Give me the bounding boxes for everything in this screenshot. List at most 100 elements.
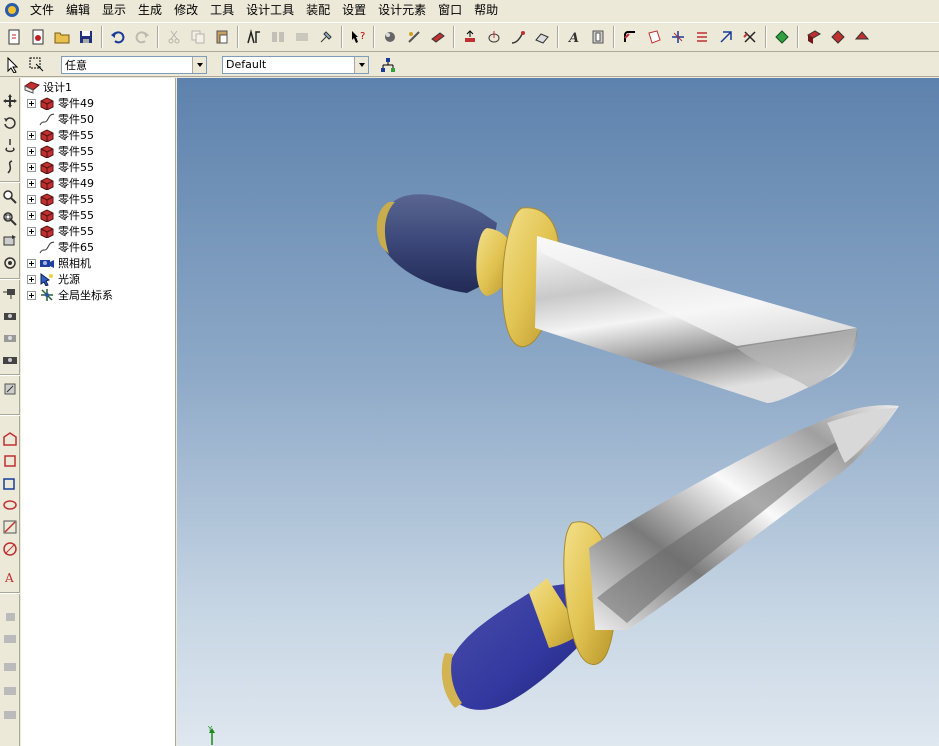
menu-design-elements[interactable]: 设计元素 xyxy=(372,1,432,19)
look-at-icon[interactable] xyxy=(1,254,19,272)
tree-item[interactable]: 零件49 xyxy=(27,175,94,191)
menu-file[interactable]: 文件 xyxy=(24,1,60,19)
disabled-tool-1-icon[interactable] xyxy=(1,608,19,626)
design-browser-icon[interactable] xyxy=(267,26,289,48)
circle-icon[interactable] xyxy=(1,540,19,558)
shell-icon[interactable] xyxy=(643,26,665,48)
undo-icon[interactable] xyxy=(107,26,129,48)
revolve-icon[interactable] xyxy=(483,26,505,48)
new-template-icon[interactable] xyxy=(27,26,49,48)
tree-item[interactable]: 零件55 xyxy=(27,207,94,223)
walk-icon[interactable] xyxy=(1,158,19,176)
disabled-tool-2-icon[interactable] xyxy=(1,630,19,648)
disabled-tool-3-icon[interactable] xyxy=(1,658,19,676)
tree-item[interactable]: 零件55 xyxy=(27,223,94,239)
paste-icon[interactable] xyxy=(211,26,233,48)
menu-assembly[interactable]: 装配 xyxy=(300,1,336,19)
select-arrow-icon[interactable] xyxy=(2,54,24,76)
menu-help[interactable]: 帮助 xyxy=(468,1,504,19)
tree-item[interactable]: 照相机 xyxy=(27,255,91,271)
style-dropdown[interactable]: Default xyxy=(222,55,369,74)
chevron-down-icon[interactable] xyxy=(354,56,368,73)
tree-item[interactable]: 零件55 xyxy=(27,159,94,175)
rectangle-icon[interactable] xyxy=(1,452,19,470)
find-icon[interactable] xyxy=(291,26,313,48)
selection-filter-dropdown[interactable]: 任意 xyxy=(61,55,207,74)
fillet-icon[interactable] xyxy=(619,26,641,48)
expand-icon[interactable] xyxy=(27,194,36,204)
pan-icon[interactable] xyxy=(1,92,19,110)
disabled-tool-4-icon[interactable] xyxy=(1,682,19,700)
render-icon[interactable] xyxy=(379,26,401,48)
menu-edit[interactable]: 编辑 xyxy=(60,1,96,19)
face-move-icon[interactable] xyxy=(739,26,761,48)
knife-upper[interactable] xyxy=(376,194,858,403)
assembly-icon[interactable] xyxy=(771,26,793,48)
sheet-metal-icon[interactable] xyxy=(803,26,825,48)
box-icon[interactable] xyxy=(1,474,19,492)
tree-item[interactable]: 零件55 xyxy=(27,127,94,143)
menu-view[interactable]: 显示 xyxy=(96,1,132,19)
copy-icon[interactable] xyxy=(187,26,209,48)
expand-icon[interactable] xyxy=(27,210,36,220)
camera-pan-icon[interactable] xyxy=(1,328,19,346)
orbit-icon[interactable] xyxy=(1,114,19,132)
3d-viewport[interactable]: Y xyxy=(177,78,939,746)
menu-settings[interactable]: 设置 xyxy=(336,1,372,19)
zoom-icon[interactable] xyxy=(1,188,19,206)
menu-design-tools[interactable]: 设计工具 xyxy=(240,1,300,19)
catalog-browser-icon[interactable] xyxy=(243,26,265,48)
sheet-metal-bend-icon[interactable] xyxy=(827,26,849,48)
menu-modify[interactable]: 修改 xyxy=(168,1,204,19)
chevron-down-icon[interactable] xyxy=(192,56,206,73)
material-icon[interactable] xyxy=(427,26,449,48)
camera-icon[interactable] xyxy=(1,306,19,324)
redo-icon[interactable] xyxy=(131,26,153,48)
extrude-icon[interactable] xyxy=(459,26,481,48)
open-folder-icon[interactable] xyxy=(51,26,73,48)
split-icon[interactable] xyxy=(691,26,713,48)
loft-icon[interactable] xyxy=(531,26,553,48)
cut-icon[interactable] xyxy=(163,26,185,48)
save-icon[interactable] xyxy=(75,26,97,48)
expand-icon[interactable] xyxy=(27,130,36,140)
tree-item[interactable]: 零件55 xyxy=(27,191,94,207)
fit-view-icon[interactable] xyxy=(1,232,19,250)
tree-root[interactable]: 设计1 xyxy=(24,79,72,95)
hierarchy-icon[interactable] xyxy=(377,54,399,76)
tools-icon[interactable] xyxy=(315,26,337,48)
expand-icon[interactable] xyxy=(27,226,36,236)
text-icon[interactable]: A xyxy=(563,26,585,48)
expand-icon[interactable] xyxy=(27,178,36,188)
expand-icon[interactable] xyxy=(27,146,36,156)
text-tool-icon[interactable]: A xyxy=(1,568,19,586)
smart-render-icon[interactable] xyxy=(403,26,425,48)
app-logo-icon[interactable] xyxy=(4,2,20,18)
tree-item[interactable]: 光源 xyxy=(27,271,80,287)
dynamic-rotate-icon[interactable] xyxy=(1,136,19,154)
tree-item[interactable]: 全局坐标系 xyxy=(27,287,113,303)
zoom-window-icon[interactable] xyxy=(1,210,19,228)
line-icon[interactable] xyxy=(1,518,19,536)
menu-generate[interactable]: 生成 xyxy=(132,1,168,19)
new-document-icon[interactable] xyxy=(3,26,25,48)
camera-zoom-icon[interactable] xyxy=(1,350,19,368)
tree-item[interactable]: 零件65 xyxy=(39,239,94,255)
light-tool-icon[interactable] xyxy=(1,380,19,398)
disabled-tool-5-icon[interactable] xyxy=(1,706,19,724)
face-draft-icon[interactable] xyxy=(667,26,689,48)
expand-icon[interactable] xyxy=(27,290,36,300)
knife-lower[interactable] xyxy=(441,405,899,710)
expand-icon[interactable] xyxy=(27,98,36,108)
sheet-metal-unfold-icon[interactable] xyxy=(851,26,873,48)
camera-direction-icon[interactable] xyxy=(1,284,19,302)
tree-item[interactable]: 零件55 xyxy=(27,143,94,159)
select-box-icon[interactable] xyxy=(26,54,48,76)
tree-item[interactable]: 零件49 xyxy=(27,95,94,111)
ellipse-icon[interactable] xyxy=(1,496,19,514)
context-help-icon[interactable]: ? xyxy=(347,26,369,48)
expand-icon[interactable] xyxy=(27,258,36,268)
custom-hole-icon[interactable] xyxy=(587,26,609,48)
expand-icon[interactable] xyxy=(27,274,36,284)
expand-icon[interactable] xyxy=(27,162,36,172)
